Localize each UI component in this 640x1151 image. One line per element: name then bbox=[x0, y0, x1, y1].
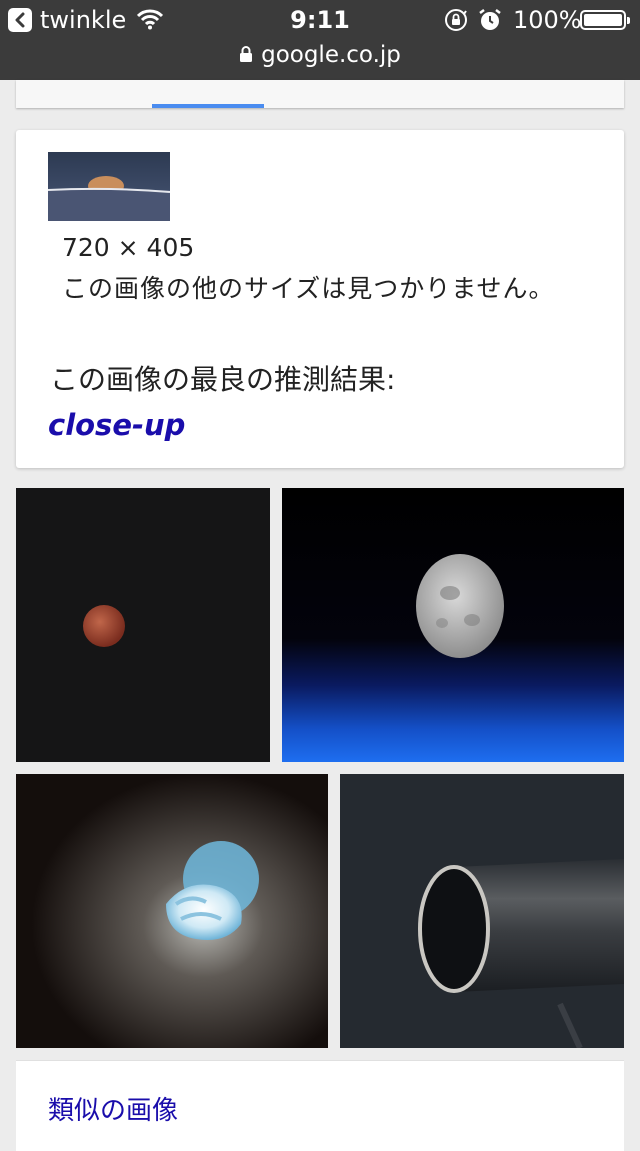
query-image-thumbnail[interactable] bbox=[48, 152, 170, 221]
similar-images-link[interactable]: 類似の画像 bbox=[48, 1093, 178, 1129]
similar-image-red-moon[interactable] bbox=[16, 488, 270, 762]
no-other-sizes-text: この画像の他のサイズは見つかりません。 bbox=[62, 274, 555, 303]
orientation-lock-icon bbox=[444, 8, 468, 36]
image-info-card: 720 × 405 この画像の他のサイズは見つかりません。 この画像の最良の推測… bbox=[16, 130, 624, 468]
address-bar[interactable]: google.co.jp bbox=[0, 40, 640, 70]
active-tab-indicator bbox=[152, 104, 264, 108]
similar-images-section: 類似の画像 bbox=[16, 1060, 624, 1151]
url-text: google.co.jp bbox=[261, 42, 401, 68]
lock-icon bbox=[239, 41, 253, 71]
tab-strip bbox=[16, 80, 624, 108]
alarm-icon bbox=[478, 8, 502, 36]
similar-image-light-bulb[interactable] bbox=[16, 774, 328, 1048]
status-bar: twinkle 9:11 100% google.co.jp bbox=[0, 0, 640, 80]
best-guess-label: この画像の最良の推測結果: bbox=[50, 363, 396, 396]
best-guess-link[interactable]: close-up bbox=[48, 405, 185, 445]
battery-icon bbox=[580, 10, 630, 30]
similar-image-pipe-end[interactable] bbox=[340, 774, 624, 1048]
similar-image-moon-earth[interactable] bbox=[282, 488, 624, 762]
image-dimensions: 720 × 405 bbox=[62, 233, 195, 262]
battery-percent: 100% bbox=[513, 6, 582, 34]
